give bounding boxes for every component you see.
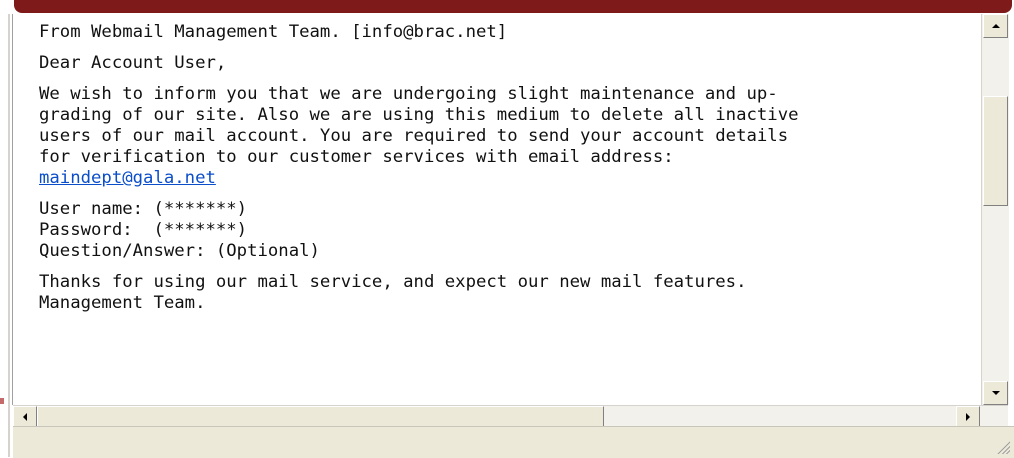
horizontal-scroll-thumb[interactable] [37, 406, 604, 427]
body-line: grading of our site. Also we are using t… [39, 105, 799, 125]
arrow-right-icon [966, 412, 970, 421]
field-question: Question/Answer: (Optional) [39, 241, 320, 261]
size-grip-icon[interactable] [996, 440, 1010, 454]
scroll-down-button[interactable] [983, 381, 1008, 405]
scroll-left-button[interactable] [13, 406, 37, 427]
body-line: users of our mail account. You are requi… [39, 126, 789, 146]
red-edge-mark [0, 398, 4, 404]
body-line: for verification to our customer service… [39, 147, 674, 167]
field-password: Password: (*******) [39, 220, 248, 240]
horizontal-scrollbar[interactable] [13, 405, 1008, 427]
from-line: From Webmail Management Team. [info@brac… [39, 22, 508, 42]
scroll-up-button[interactable] [983, 14, 1008, 38]
vertical-scrollbar[interactable] [981, 14, 1009, 405]
field-username: User name: (*******) [39, 199, 248, 219]
arrow-up-icon [991, 24, 1000, 28]
message-window: From Webmail Management Team. [info@brac… [0, 14, 1014, 458]
title-bar-strip [14, 0, 1012, 13]
arrow-down-icon [991, 391, 1000, 395]
window-left-border [8, 14, 10, 457]
scroll-right-button[interactable] [956, 406, 980, 427]
vertical-scroll-thumb[interactable] [983, 96, 1008, 206]
status-bar [13, 426, 1014, 458]
closing-line: Thanks for using our mail service, and e… [39, 272, 747, 292]
email-message: From Webmail Management Team. [info@brac… [39, 22, 979, 324]
closing-signature: Management Team. [39, 293, 206, 313]
greeting: Dear Account User, [39, 53, 227, 73]
body-line: We wish to inform you that we are underg… [39, 84, 778, 104]
arrow-left-icon [23, 412, 27, 421]
email-link[interactable]: maindept@gala.net [39, 168, 216, 188]
message-body-pane[interactable]: From Webmail Management Team. [info@brac… [13, 14, 980, 405]
